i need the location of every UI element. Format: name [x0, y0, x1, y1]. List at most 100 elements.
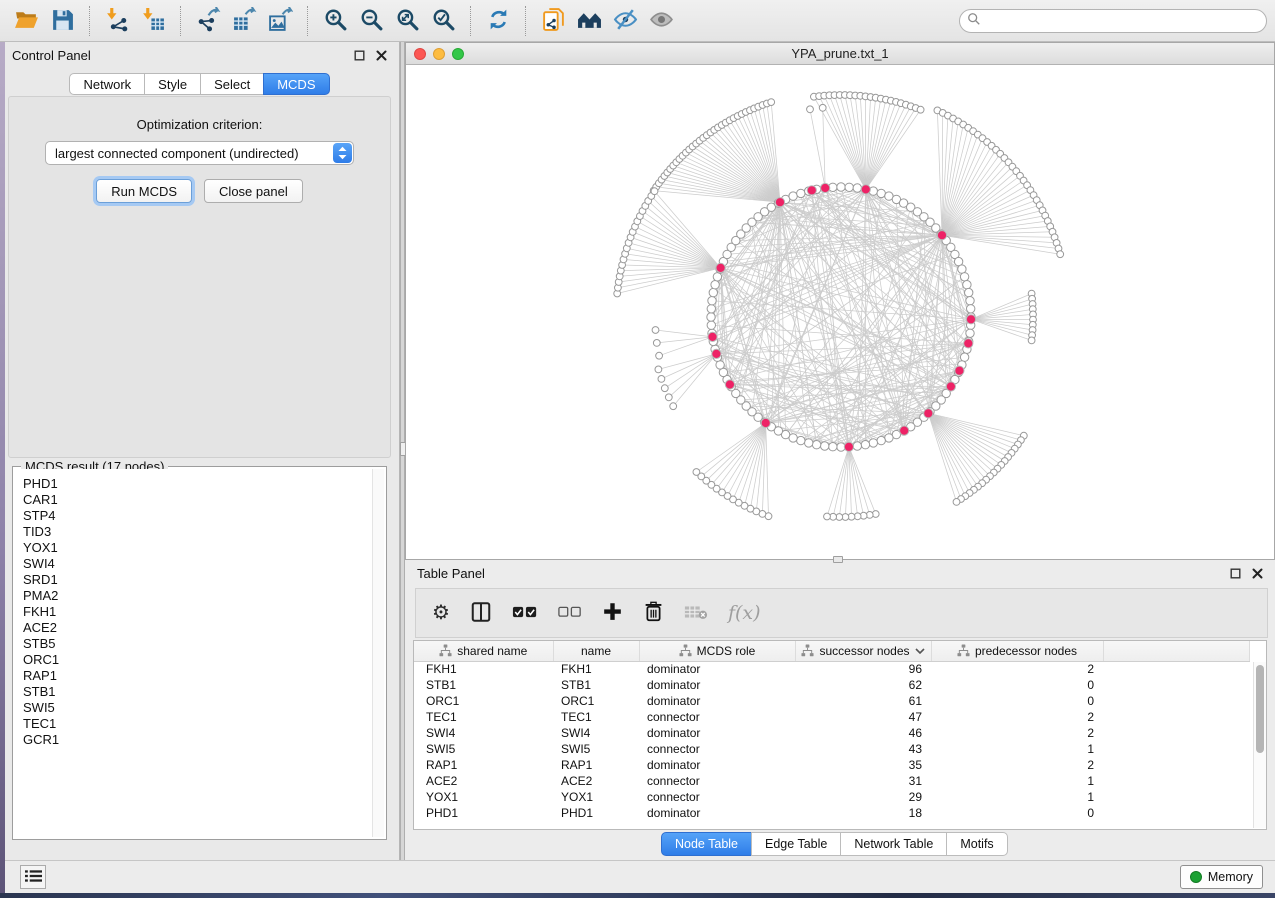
show-all-button[interactable] [643, 4, 679, 38]
mcds-result-list[interactable]: PHD1CAR1STP4TID3YOX1SWI4SRD1PMA2FKH1ACE2… [15, 469, 384, 837]
result-list-item[interactable]: FKH1 [23, 604, 384, 620]
column-header-mcds-role[interactable]: MCDS role [639, 641, 795, 661]
first-neighbors-button[interactable] [571, 4, 607, 38]
network-canvas[interactable] [406, 65, 1274, 559]
result-list-item[interactable]: STB5 [23, 636, 384, 652]
run-mcds-button[interactable]: Run MCDS [96, 179, 192, 203]
open-folder-icon [14, 7, 39, 35]
hide-selected-button[interactable] [607, 4, 643, 38]
result-list-item[interactable]: SRD1 [23, 572, 384, 588]
table-row[interactable]: RAP1RAP1dominator352 [414, 757, 1250, 773]
delete-table-button[interactable] [684, 598, 708, 628]
result-list-item[interactable]: ORC1 [23, 652, 384, 668]
result-list-item[interactable]: STB1 [23, 684, 384, 700]
task-history-button[interactable] [20, 865, 46, 889]
result-list-item[interactable]: PHD1 [23, 476, 384, 492]
criterion-select[interactable]: largest connected component (undirected) [45, 141, 354, 165]
export-table-button[interactable] [226, 4, 262, 38]
table-cell: 61 [795, 693, 931, 709]
trash-icon [643, 601, 664, 625]
show-columns-button[interactable] [470, 598, 492, 628]
tab-mcds[interactable]: MCDS [263, 73, 329, 95]
import-network-button[interactable] [99, 4, 135, 38]
tab-network[interactable]: Network [69, 73, 145, 95]
result-list-item[interactable]: YOX1 [23, 540, 384, 556]
table-cell: dominator [639, 677, 795, 693]
result-list-item[interactable]: SWI4 [23, 556, 384, 572]
result-list-item[interactable]: CAR1 [23, 492, 384, 508]
table-row[interactable]: ORC1ORC1dominator610 [414, 693, 1250, 709]
table-row[interactable]: STB1STB1dominator620 [414, 677, 1250, 693]
result-list-item[interactable]: TEC1 [23, 716, 384, 732]
network-window: YPA_prune.txt_1 [405, 42, 1275, 560]
search-input[interactable] [981, 14, 1266, 28]
float-table-panel-button[interactable] [1227, 565, 1243, 581]
status-bar: Memory [0, 860, 1275, 893]
table-row[interactable]: TEC1TEC1connector472 [414, 709, 1250, 725]
column-header-filler [1103, 641, 1250, 661]
column-header-successor-nodes[interactable]: successor nodes [795, 641, 931, 661]
function-builder-button[interactable]: f(x) [728, 598, 761, 628]
result-list-item[interactable]: GCR1 [23, 732, 384, 748]
table-row[interactable]: SWI4SWI4dominator462 [414, 725, 1250, 741]
table-cell [1103, 757, 1250, 773]
result-list-scrollbar[interactable] [372, 469, 384, 837]
close-panel-button-2[interactable]: Close panel [204, 179, 303, 203]
table-row[interactable]: SWI5SWI5connector431 [414, 741, 1250, 757]
delete-column-button[interactable] [643, 598, 664, 628]
search-field[interactable] [959, 9, 1267, 33]
table-scrollbar[interactable] [1253, 662, 1266, 828]
table-cell: YOX1 [553, 789, 639, 805]
tab-style[interactable]: Style [144, 73, 201, 95]
tab-edge-table[interactable]: Edge Table [751, 832, 841, 856]
zoom-fit-button[interactable] [389, 4, 425, 38]
zoom-in-button[interactable] [317, 4, 353, 38]
horizontal-splitter-grip[interactable] [833, 556, 843, 563]
tab-network-table[interactable]: Network Table [840, 832, 947, 856]
result-list-item[interactable]: TID3 [23, 524, 384, 540]
save-button[interactable] [44, 4, 80, 38]
memory-button[interactable]: Memory [1180, 865, 1263, 889]
table-cell: 1 [931, 741, 1103, 757]
zoom-out-button[interactable] [353, 4, 389, 38]
result-list-item[interactable]: SWI5 [23, 700, 384, 716]
column-header-shared-name[interactable]: shared name [414, 641, 553, 661]
network-window-titlebar[interactable]: YPA_prune.txt_1 [406, 43, 1274, 65]
result-list-item[interactable]: PMA2 [23, 588, 384, 604]
float-panel-button[interactable] [351, 47, 367, 63]
table-row[interactable]: ACE2ACE2connector311 [414, 773, 1250, 789]
tab-select[interactable]: Select [200, 73, 264, 95]
tab-node-table[interactable]: Node Table [661, 832, 752, 856]
close-panel-button[interactable] [373, 47, 389, 63]
tab-motifs[interactable]: Motifs [946, 832, 1007, 856]
table-scrollbar-thumb[interactable] [1256, 665, 1264, 753]
table-cell: 35 [795, 757, 931, 773]
table-row[interactable]: YOX1YOX1connector291 [414, 789, 1250, 805]
table-cell [1103, 677, 1250, 693]
column-header-predecessor-nodes[interactable]: predecessor nodes [931, 641, 1103, 661]
table-settings-button[interactable]: ⚙ [432, 598, 450, 628]
table-row[interactable]: FKH1FKH1dominator962 [414, 661, 1250, 677]
column-header-name[interactable]: name [553, 641, 639, 661]
table-cell: TEC1 [414, 709, 553, 725]
open-button[interactable] [8, 4, 44, 38]
result-list-item[interactable]: RAP1 [23, 668, 384, 684]
select-all-rows-button[interactable] [512, 598, 538, 628]
export-network-button[interactable] [190, 4, 226, 38]
refresh-button[interactable] [480, 4, 516, 38]
close-table-panel-button[interactable] [1249, 565, 1265, 581]
add-column-button[interactable] [602, 598, 623, 628]
table-cell: SWI4 [414, 725, 553, 741]
clone-network-button[interactable] [535, 4, 571, 38]
zoom-selected-button[interactable] [425, 4, 461, 38]
table-cell: ACE2 [414, 773, 553, 789]
table-delete-icon [684, 603, 708, 624]
result-list-item[interactable]: ACE2 [23, 620, 384, 636]
deselect-all-rows-button[interactable] [558, 598, 582, 628]
table-cell: connector [639, 773, 795, 789]
result-list-item[interactable]: STP4 [23, 508, 384, 524]
table-row[interactable]: PHD1PHD1dominator180 [414, 805, 1250, 821]
export-network-icon [196, 7, 221, 35]
import-table-button[interactable] [135, 4, 171, 38]
export-image-button[interactable] [262, 4, 298, 38]
